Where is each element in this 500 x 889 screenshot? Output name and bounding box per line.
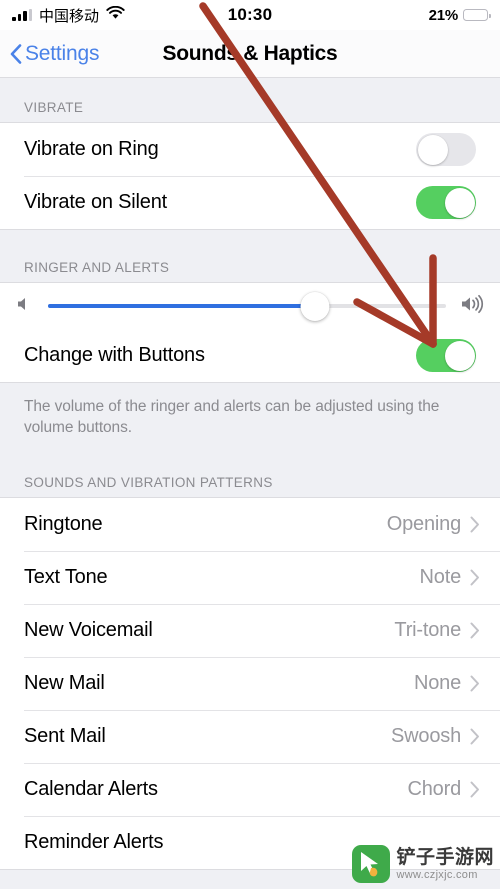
chevron-right-icon xyxy=(470,675,480,692)
row-label: Change with Buttons xyxy=(24,344,205,366)
watermark: 铲子手游网 www.czjxjc.com xyxy=(352,845,494,883)
toggle-vibrate-on-ring[interactable] xyxy=(416,133,476,166)
status-bar-left: 中国移动 xyxy=(12,5,125,26)
watermark-text: 铲子手游网 www.czjxjc.com xyxy=(396,848,494,881)
row-change-with-buttons[interactable]: Change with Buttons xyxy=(0,329,500,382)
section-header-sounds-and-vibration-patterns: SOUNDS AND VIBRATION PATTERNS xyxy=(0,453,500,497)
row-label: Ringtone xyxy=(24,513,103,535)
row-label: Vibrate on Ring xyxy=(24,138,159,160)
chevron-right-icon xyxy=(470,516,480,533)
section-header-ringer-and-alerts: RINGER AND ALERTS xyxy=(0,230,500,282)
row-value: Opening xyxy=(386,513,461,535)
toggle-knob xyxy=(417,134,448,165)
slider-fill xyxy=(48,304,315,308)
row-value: Swoosh xyxy=(391,725,461,747)
navigation-bar: Settings Sounds & Haptics xyxy=(0,30,500,78)
row-label: New Mail xyxy=(24,672,105,694)
toggle-change-with-buttons[interactable] xyxy=(416,339,476,372)
carrier-label: 中国移动 xyxy=(39,7,100,25)
section-header-vibrate: VIBRATE xyxy=(0,78,500,122)
watermark-url: www.czjxjc.com xyxy=(396,868,478,881)
row-value: Note xyxy=(419,566,462,588)
row-label: Sent Mail xyxy=(24,725,106,747)
toggle-knob xyxy=(444,340,475,371)
ringer-footnote: The volume of the ringer and alerts can … xyxy=(0,383,500,453)
wifi-icon xyxy=(106,5,125,25)
toggle-vibrate-on-silent[interactable] xyxy=(416,186,476,219)
ringer-group: Change with Buttons xyxy=(0,282,500,383)
row-label: New Voicemail xyxy=(24,619,153,641)
page-title: Sounds & Haptics xyxy=(162,42,338,65)
row-vibrate-on-silent[interactable]: Vibrate on Silent xyxy=(0,176,500,229)
chevron-right-icon xyxy=(470,728,480,745)
row-label: Text Tone xyxy=(24,566,108,588)
patterns-group: Ringtone Opening Text Tone Note New Voic… xyxy=(0,497,500,870)
speaker-high-icon xyxy=(460,293,486,320)
row-calendar-alerts[interactable]: Calendar Alerts Chord xyxy=(0,763,500,816)
status-bar-right: 21% xyxy=(428,6,491,24)
watermark-site-name: 铲子手游网 xyxy=(396,846,494,868)
row-text-tone[interactable]: Text Tone Note xyxy=(0,551,500,604)
row-value: Chord xyxy=(407,778,462,800)
battery-percent-label: 21% xyxy=(428,6,459,24)
phone-screen: 中国移动 10:30 21% Settings Sounds & Haptics… xyxy=(0,0,500,889)
status-bar: 中国移动 10:30 21% xyxy=(0,0,500,30)
row-label: Calendar Alerts xyxy=(24,778,158,800)
row-new-voicemail[interactable]: New Voicemail Tri-tone xyxy=(0,604,500,657)
row-label: Vibrate on Silent xyxy=(24,191,167,213)
row-value: None xyxy=(413,672,461,694)
row-ringtone[interactable]: Ringtone Opening xyxy=(0,498,500,551)
speaker-low-icon xyxy=(14,294,34,319)
settings-list: VIBRATE Vibrate on Ring Vibrate on Silen… xyxy=(0,78,500,870)
chevron-right-icon xyxy=(470,569,480,586)
row-vibrate-on-ring[interactable]: Vibrate on Ring xyxy=(0,123,500,176)
ringer-volume-row xyxy=(0,283,500,329)
row-new-mail[interactable]: New Mail None xyxy=(0,657,500,710)
vibrate-group: Vibrate on Ring Vibrate on Silent xyxy=(0,122,500,230)
cursor-pointer-icon xyxy=(352,845,391,883)
row-sent-mail[interactable]: Sent Mail Swoosh xyxy=(0,710,500,763)
slider-thumb[interactable] xyxy=(300,291,330,321)
chevron-right-icon xyxy=(470,781,480,798)
chevron-right-icon xyxy=(470,622,480,639)
ringer-volume-slider[interactable] xyxy=(48,291,446,321)
row-value: Tri-tone xyxy=(394,619,461,641)
toggle-knob xyxy=(444,187,475,218)
battery-icon xyxy=(463,9,491,21)
cellular-signal-icon xyxy=(12,9,32,21)
